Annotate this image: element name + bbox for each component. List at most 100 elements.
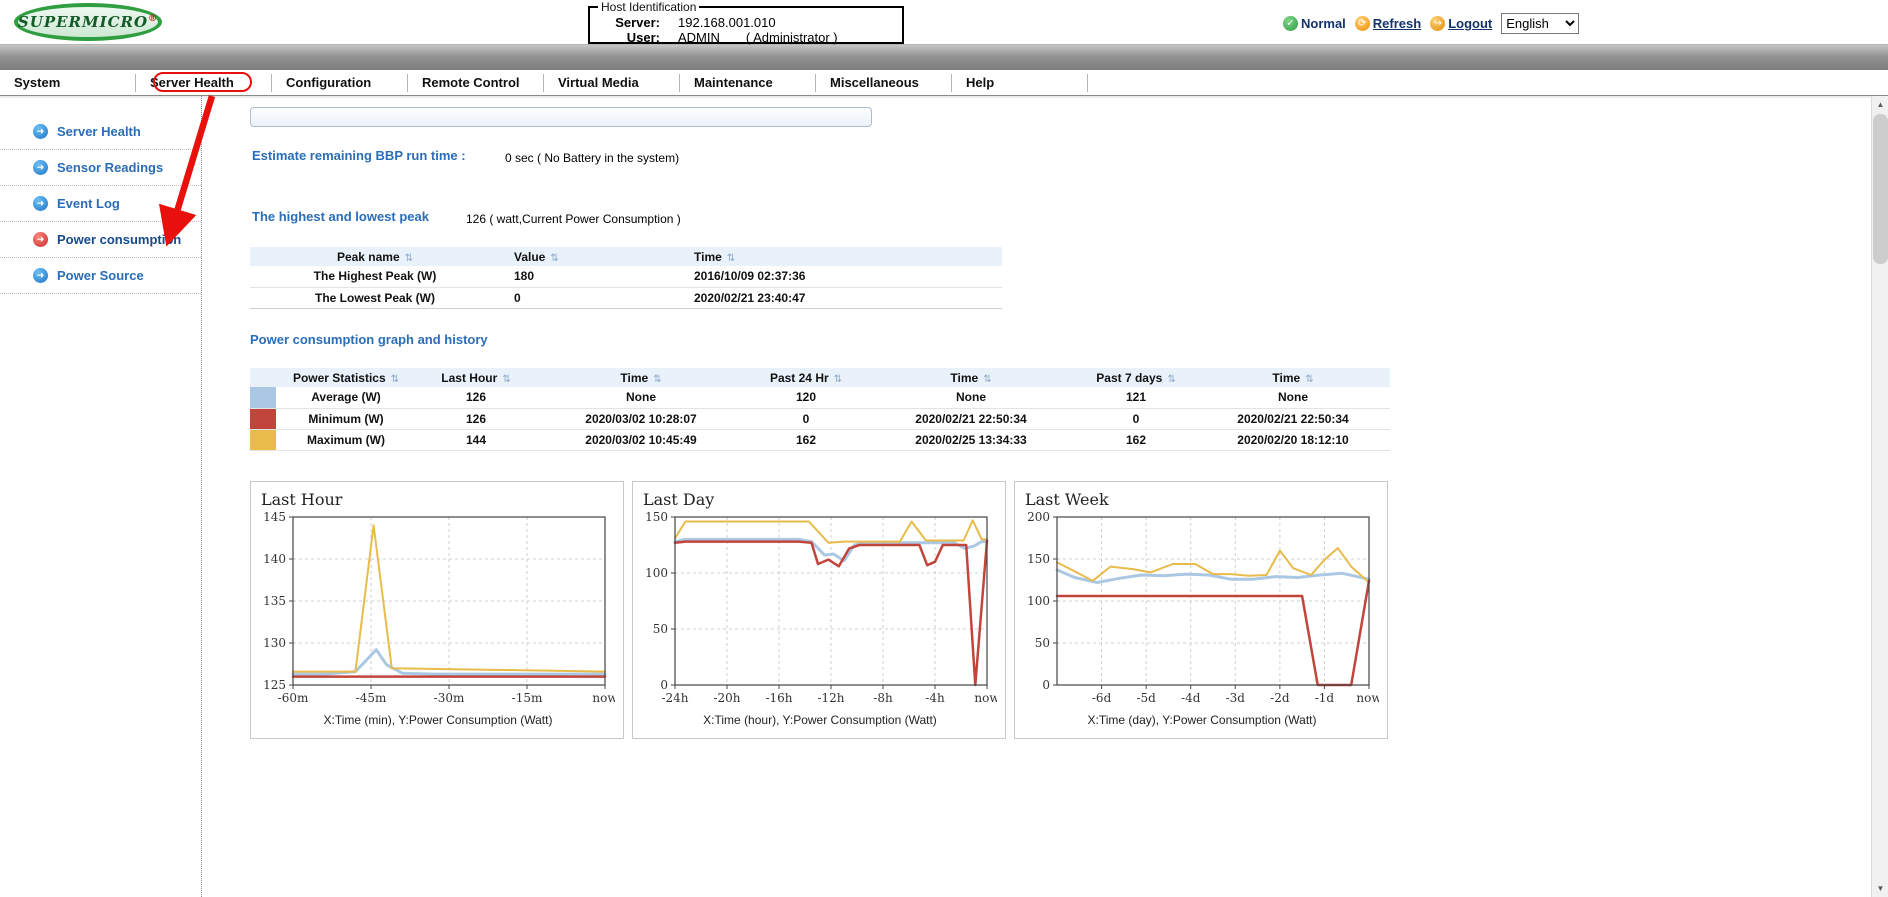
sidebar-item-event-log[interactable]: ➜ Event Log [0,186,201,222]
table-row-minimum: Minimum (W) 126 2020/03/02 10:28:07 0 20… [250,408,1390,429]
menu-item-server-health[interactable]: Server Health [136,74,272,92]
sort-icon[interactable]: ⇅ [983,374,991,385]
column-header-time-3[interactable]: Time⇅ [1196,368,1390,387]
menu-item-configuration[interactable]: Configuration [272,74,408,92]
svg-text:-3d: -3d [1226,691,1246,705]
table-cell: 2020/02/21 22:50:34 [866,408,1076,429]
chart-plot-area: 050100150-24h-20h-16h-12h-8h-4hnow [641,509,997,711]
table-cell: None [536,387,746,408]
column-header-past-24hr[interactable]: Past 24 Hr⇅ [746,368,866,387]
column-header-label: Time [620,371,648,385]
language-select[interactable]: English [1501,13,1579,34]
charts-row: Last Hour 125130135140145-60m-45m-30m-15… [250,481,1388,739]
sidebar-item-label: Power consumption [57,232,181,247]
column-header-time-2[interactable]: Time⇅ [866,368,1076,387]
table-cell: 120 [746,387,866,408]
arrow-circle-icon: ➜ [33,268,48,283]
table-cell: 2020/02/21 22:50:34 [1196,408,1390,429]
svg-text:130: 130 [263,636,286,650]
sidebar-item-server-health[interactable]: ➜ Server Health [0,114,201,150]
table-cell: Minimum (W) [276,408,416,429]
table-cell: 121 [1076,387,1196,408]
server-label: Server: [596,15,660,30]
table-cell: The Lowest Peak (W) [250,287,500,308]
vertical-scrollbar[interactable]: ▲ ▼ [1871,96,1888,897]
table-cell: 2020/03/02 10:45:49 [536,429,746,450]
chart-caption: X:Time (min), Y:Power Consumption (Watt) [259,713,617,727]
refresh-icon[interactable]: ⟳ [1355,16,1370,31]
column-header-last-hour[interactable]: Last Hour ⇅ [416,368,536,387]
user-role: ( Administrator ) [746,30,838,45]
table-row: The Highest Peak (W) 180 2016/10/09 02:3… [250,266,1002,287]
sort-icon[interactable]: ⇅ [727,253,735,264]
sort-icon[interactable]: ⇅ [653,374,661,385]
arrow-circle-icon: ➜ [33,160,48,175]
sidebar-item-power-consumption[interactable]: ➜ Power consumption [0,222,201,258]
menu-item-maintenance[interactable]: Maintenance [680,74,816,92]
sidebar-item-label: Event Log [57,196,120,211]
column-header-time[interactable]: Time⇅ [680,247,1002,266]
bbp-runtime-label: Estimate remaining BBP run time : [252,148,466,163]
column-header-time-1[interactable]: Time ⇅ [536,368,746,387]
svg-text:100: 100 [1027,594,1050,608]
host-identification-box: Host Identification Server: 192.168.001.… [588,0,904,44]
sidebar-item-sensor-readings[interactable]: ➜ Sensor Readings [0,150,201,186]
svg-text:150: 150 [645,510,668,524]
user-label: User: [596,30,660,45]
table-cell: 2020/02/20 18:12:10 [1196,429,1390,450]
column-header-peak-name[interactable]: Peak name ⇅ [250,247,500,266]
sort-icon[interactable]: ⇅ [502,374,510,385]
scroll-down-icon[interactable]: ▼ [1872,880,1888,897]
logout-link[interactable]: Logout [1448,16,1492,31]
scroll-up-icon[interactable]: ▲ [1872,96,1888,113]
sort-icon[interactable]: ⇅ [834,374,842,385]
server-value: 192.168.001.010 [678,15,776,30]
sort-icon[interactable]: ⇅ [1305,374,1313,385]
scrollbar-thumb[interactable] [1873,114,1888,264]
table-cell: 126 [416,387,536,408]
header-actions: ✓ Normal ⟳ Refresh ↪ Logout English [1283,13,1579,34]
sort-icon[interactable]: ⇅ [391,374,399,385]
column-header-power-statistics[interactable]: Power Statistics ⇅ [276,368,416,387]
column-header-label: Power Statistics [293,371,386,385]
menu-item-virtual-media[interactable]: Virtual Media [544,74,680,92]
svg-text:0: 0 [1042,678,1050,692]
swatch-column-header [250,368,276,387]
svg-text:now: now [1356,691,1379,705]
sidebar: ➜ Server Health ➜ Sensor Readings ➜ Even… [0,96,202,897]
arrow-circle-icon: ➜ [33,196,48,211]
sidebar-item-label: Sensor Readings [57,160,163,175]
column-header-value[interactable]: Value⇅ [500,247,680,266]
menu-item-system[interactable]: System [0,74,136,92]
refresh-link[interactable]: Refresh [1373,16,1421,31]
svg-text:125: 125 [263,678,286,692]
peak-table: Peak name ⇅ Value⇅ Time⇅ The Highest Peak… [250,247,1002,309]
sidebar-item-power-source[interactable]: ➜ Power Source [0,258,201,294]
sort-icon[interactable]: ⇅ [550,253,558,264]
column-header-label: Last Hour [441,371,497,385]
table-cell: 2020/02/25 13:34:33 [866,429,1076,450]
table-cell: 0 [500,287,680,308]
column-header-past-7days[interactable]: Past 7 days ⇅ [1076,368,1196,387]
sort-icon[interactable]: ⇅ [405,253,413,264]
logout-icon[interactable]: ↪ [1430,16,1445,31]
arrow-circle-icon: ➜ [33,124,48,139]
sort-icon[interactable]: ⇅ [1167,374,1175,385]
menu-item-remote-control[interactable]: Remote Control [408,74,544,92]
sidebar-item-label: Power Source [57,268,144,283]
menu-item-miscellaneous[interactable]: Miscellaneous [816,74,952,92]
column-header-label: Past 7 days [1096,371,1162,385]
svg-text:140: 140 [263,552,286,566]
main-menu: System Server Health Configuration Remot… [0,70,1888,96]
svg-text:-2d: -2d [1270,691,1290,705]
table-cell: The Highest Peak (W) [250,266,500,287]
table-cell: 144 [416,429,536,450]
menu-item-help[interactable]: Help [952,74,1088,92]
peak-table-header-row: Peak name ⇅ Value⇅ Time⇅ [250,247,1002,266]
column-header-label: Peak name [337,250,400,264]
chart-plot-area: 125130135140145-60m-45m-30m-15mnow [259,509,615,711]
chart-last-week: Last Week 050100150200-6d-5d-4d-3d-2d-1d… [1014,481,1388,739]
table-row: The Lowest Peak (W) 0 2020/02/21 23:40:4… [250,287,1002,308]
table-cell: 162 [746,429,866,450]
table-row-average: Average (W) 126 None 120 None 121 None [250,387,1390,408]
